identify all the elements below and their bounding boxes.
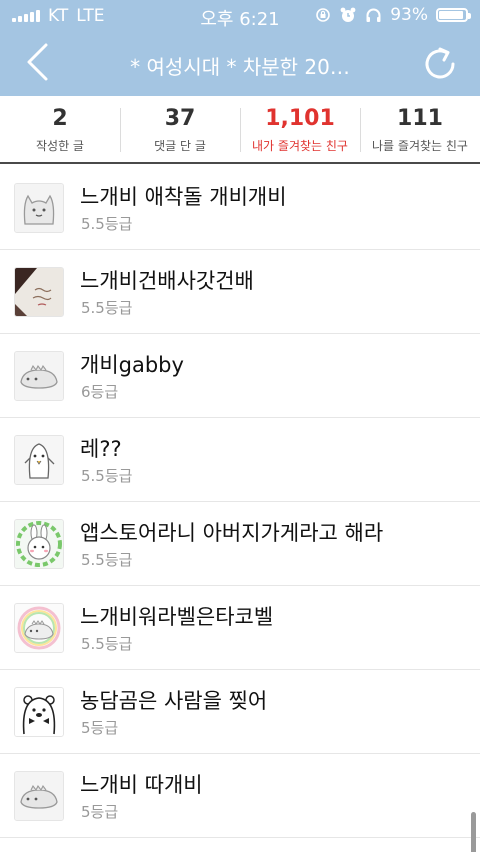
friend-name: 느개비 애착돌 개비개비 [80,185,287,209]
friend-name: 앱스토어라니 아버지가게라고 해라 [80,521,384,545]
friend-name: 농담곰은 사람을 찢어 [80,689,268,713]
rainbow-dino-icon [15,604,63,652]
friend-row[interactable]: 느개비워라벨은타코벨 5.5등급 [0,586,480,670]
stat-label: 내가 즐겨찾는 친구 [252,139,348,153]
rotation-lock-icon [316,8,331,22]
stat-value: 37 [164,106,196,131]
friend-row[interactable]: 레?? 5.5등급 [0,418,480,502]
friend-row[interactable]: 앱스토어라니 아버지가게라고 해라 5.5등급 [0,502,480,586]
friend-name: 느개비워라벨은타코벨 [80,605,274,629]
friend-name: 느개비건배사갓건배 [80,269,254,293]
dino-sticker-icon [15,772,63,820]
scrollbar[interactable] [471,812,476,852]
friend-grade: 5.5등급 [81,467,133,485]
back-button[interactable] [18,40,62,84]
page-title: * 여성시대 * 차분한 20… [130,55,350,79]
avatar [14,351,64,401]
friend-row[interactable]: 농담곰은 사람을 찢어 5등급 [0,670,480,754]
friend-row[interactable]: 느개비 따개비 5등급 [0,754,480,838]
stat-value: 1,101 [265,106,335,131]
avatar [14,267,64,317]
friend-grade: 5.5등급 [81,635,133,653]
stat-label: 나를 즐겨찾는 친구 [372,139,468,153]
headphones-icon [366,8,381,22]
avatar [14,519,64,569]
tab-written-posts[interactable]: 2 작성한 글 [0,96,120,162]
friend-grade: 6등급 [81,383,119,401]
friend-name: 개비gabby [80,353,184,377]
battery-icon [436,8,471,22]
battery-percent: 93% [390,5,428,25]
bear-sticker-icon [15,688,63,736]
tab-my-favorite-friends[interactable]: 1,101 내가 즐겨찾는 친구 [240,96,360,162]
stat-value: 2 [52,106,68,131]
bunny-sticker-icon [15,520,63,568]
stats-tabs: 2 작성한 글 37 댓글 단 글 1,101 내가 즐겨찾는 친구 111 나… [0,96,480,164]
avatar [14,183,64,233]
stat-label: 작성한 글 [36,139,84,153]
dino-sticker-icon [15,352,63,400]
friend-list[interactable]: 느개비 애착돌 개비개비 5.5등급 느개비건배사갓건배 5.5등급 개비gab… [0,166,480,852]
avatar [14,603,64,653]
friend-row[interactable]: 느개비건배사갓건배 5.5등급 [0,250,480,334]
friend-grade: 5.5등급 [81,551,133,569]
friend-row[interactable]: 느개비 애착돌 개비개비 5.5등급 [0,166,480,250]
avatar [14,771,64,821]
friend-grade: 5등급 [81,803,119,821]
nav-bar: * 여성시대 * 차분한 20… [0,32,480,96]
stat-value: 111 [397,106,443,131]
friend-name: 느개비 따개비 [80,773,203,797]
refresh-button[interactable] [418,42,462,86]
top-bar: KT LTE 오후 6:21 93% * 여성시대 * 차분한 20… [0,0,480,96]
photo-thumbnail-icon [15,268,63,316]
status-bar: KT LTE 오후 6:21 93% [0,0,480,32]
alarm-icon [340,7,356,22]
tab-followers[interactable]: 111 나를 즐겨찾는 친구 [360,96,480,162]
friend-name: 레?? [80,437,122,461]
friend-row[interactable]: 개비gabby 6등급 [0,334,480,418]
avatar [14,687,64,737]
friend-grade: 5등급 [81,719,119,737]
friend-grade: 5.5등급 [81,299,133,317]
stat-label: 댓글 단 글 [154,139,206,153]
cat-sticker-icon [15,184,63,232]
penguin-sticker-icon [15,436,63,484]
avatar [14,435,64,485]
friend-grade: 5.5등급 [81,215,133,233]
tab-commented-posts[interactable]: 37 댓글 단 글 [120,96,240,162]
